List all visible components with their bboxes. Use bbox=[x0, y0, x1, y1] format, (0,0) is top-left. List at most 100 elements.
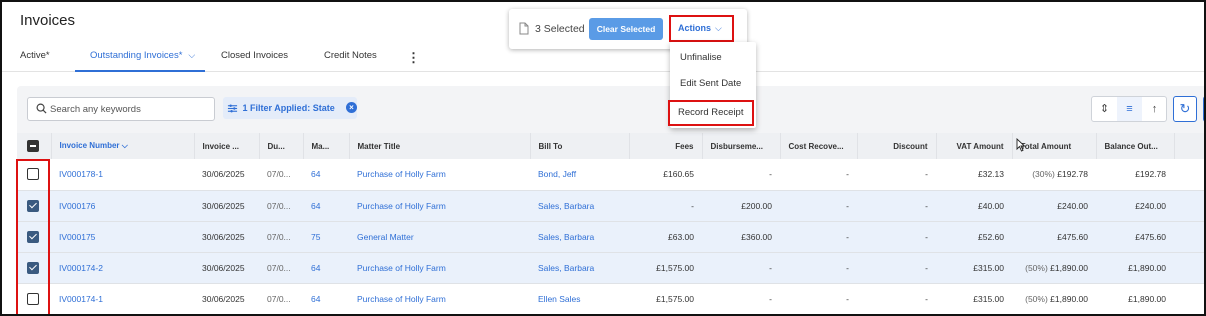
cell-spacer bbox=[1174, 159, 1204, 191]
actions-button[interactable]: Actions ⌵ bbox=[669, 15, 734, 42]
cell-spacer bbox=[1174, 221, 1204, 253]
menu-item-edit-sent-date[interactable]: Edit Sent Date bbox=[670, 71, 756, 97]
row-checkbox[interactable] bbox=[27, 199, 39, 212]
cell-discount: - bbox=[857, 159, 936, 191]
cell-matter[interactable]: 75 bbox=[303, 221, 349, 253]
cell-matter[interactable]: 64 bbox=[303, 159, 349, 191]
total-percent: (50%) bbox=[1025, 293, 1048, 304]
invoices-table: Invoice Number ⌵ Invoice ... Du... Ma...… bbox=[17, 133, 1204, 314]
cell-matter-title[interactable]: General Matter bbox=[349, 221, 530, 253]
row-checkbox[interactable] bbox=[27, 292, 39, 305]
cell-spacer bbox=[1174, 190, 1204, 222]
more-options-icon[interactable]: ⋮ bbox=[407, 50, 420, 66]
col-cost-recovery[interactable]: Cost Recove... bbox=[780, 133, 858, 159]
col-bill-to[interactable]: Bill To bbox=[530, 133, 630, 159]
row-select-cell bbox=[17, 221, 51, 253]
total-percent: (30%) bbox=[1032, 169, 1055, 180]
cell-bill-to[interactable]: Sales, Barbara bbox=[530, 252, 629, 284]
tab-active[interactable]: Active* bbox=[20, 50, 60, 72]
cell-vat-amount: £32.13 bbox=[936, 159, 1012, 191]
cell-disbursements: - bbox=[702, 283, 780, 314]
row-checkbox[interactable] bbox=[27, 261, 39, 274]
search-input[interactable] bbox=[50, 100, 210, 118]
cell-disbursements: - bbox=[702, 159, 780, 191]
cell-matter-title[interactable]: Purchase of Holly Farm bbox=[349, 159, 530, 191]
table-row[interactable]: IV000175 30/06/2025 07/0... 75 General Matte… bbox=[17, 221, 1204, 253]
cell-invoice-number[interactable]: IV000178-1 bbox=[51, 159, 194, 191]
app-window: Invoices Active* Outstanding Invoices* ⌵ … bbox=[0, 0, 1206, 316]
arrow-up-icon[interactable]: ↑ bbox=[1142, 97, 1167, 121]
cell-due-date: 07/0... bbox=[259, 190, 303, 222]
table-row[interactable]: IV000174-1 30/06/2025 07/0... 64 Purchase of… bbox=[17, 283, 1204, 314]
cell-total-amount: (50%) £1,890.00 bbox=[1012, 252, 1096, 284]
menu-item-record-receipt[interactable]: Record Receipt bbox=[668, 100, 754, 126]
chevron-down-icon: ⌵ bbox=[715, 23, 722, 33]
tab-closed-invoices[interactable]: Closed Invoices bbox=[221, 50, 301, 72]
cell-bill-to[interactable]: Bond, Jeff bbox=[530, 159, 629, 191]
cell-invoice-number[interactable]: IV000174-2 bbox=[51, 252, 194, 284]
cell-total-amount: £475.60 bbox=[1012, 221, 1096, 253]
col-balance-outstanding[interactable]: Balance Out... bbox=[1096, 133, 1175, 159]
row-select-cell bbox=[17, 252, 51, 284]
cell-cost-recovery: - bbox=[780, 190, 857, 222]
table-row[interactable]: IV000178-1 30/06/2025 07/0... 64 Purchase of… bbox=[17, 159, 1204, 191]
col-vat-amount[interactable]: VAT Amount bbox=[936, 133, 1013, 159]
total-percent: (50%) bbox=[1025, 262, 1048, 273]
col-matter[interactable]: Ma... bbox=[303, 133, 350, 159]
cell-invoice-number[interactable]: IV000175 bbox=[51, 221, 194, 253]
align-center-icon[interactable]: ≡ bbox=[1117, 97, 1142, 121]
tab-credit-notes[interactable]: Credit Notes bbox=[324, 50, 394, 72]
page-title: Invoices bbox=[20, 12, 76, 29]
col-invoice-number[interactable]: Invoice Number ⌵ bbox=[51, 133, 195, 159]
cell-spacer bbox=[1174, 283, 1204, 314]
cell-fees: £1,575.00 bbox=[629, 283, 702, 314]
cell-matter-title[interactable]: Purchase of Holly Farm bbox=[349, 283, 530, 314]
col-discount[interactable]: Discount bbox=[857, 133, 937, 159]
col-due-date[interactable]: Du... bbox=[259, 133, 304, 159]
cell-disbursements: - bbox=[702, 252, 780, 284]
menu-item-unfinalise[interactable]: Unfinalise bbox=[670, 45, 756, 71]
col-matter-title[interactable]: Matter Title bbox=[349, 133, 531, 159]
cell-invoice-number[interactable]: IV000174-1 bbox=[51, 283, 194, 314]
total-value: £1,890.00 bbox=[1050, 262, 1088, 273]
cell-due-date: 07/0... bbox=[259, 159, 303, 191]
cell-cost-recovery: - bbox=[780, 159, 857, 191]
row-checkbox[interactable] bbox=[27, 230, 39, 243]
col-spacer bbox=[1174, 133, 1204, 159]
cell-due-date: 07/0... bbox=[259, 283, 303, 314]
cell-due-date: 07/0... bbox=[259, 221, 303, 253]
row-checkbox[interactable] bbox=[27, 168, 39, 181]
cell-cost-recovery: - bbox=[780, 283, 857, 314]
compress-rows-icon[interactable]: ⇕ bbox=[1092, 97, 1117, 121]
clear-selected-button[interactable]: Clear Selected bbox=[589, 18, 663, 40]
total-value: £192.78 bbox=[1057, 169, 1088, 180]
cell-matter[interactable]: 64 bbox=[303, 283, 349, 314]
cell-matter[interactable]: 64 bbox=[303, 252, 349, 284]
filter-chip[interactable]: 1 Filter Applied: State × bbox=[223, 97, 357, 119]
cell-matter-title[interactable]: Purchase of Holly Farm bbox=[349, 252, 530, 284]
col-invoice-date[interactable]: Invoice ... bbox=[194, 133, 260, 159]
cell-disbursements: £360.00 bbox=[702, 221, 780, 253]
cell-bill-to[interactable]: Ellen Sales bbox=[530, 283, 629, 314]
tab-outstanding-invoices[interactable]: Outstanding Invoices* ⌵ bbox=[75, 50, 205, 72]
select-all-checkbox[interactable] bbox=[27, 140, 39, 152]
cell-matter-title[interactable]: Purchase of Holly Farm bbox=[349, 190, 530, 222]
selected-count: 3 Selected bbox=[535, 23, 585, 35]
col-fees[interactable]: Fees bbox=[629, 133, 703, 159]
cell-bill-to[interactable]: Sales, Barbara bbox=[530, 190, 629, 222]
table-row[interactable]: IV000176 30/06/2025 07/0... 64 Purchase of H… bbox=[17, 190, 1204, 222]
cell-spacer bbox=[1174, 252, 1204, 284]
table-toolbar: 1 Filter Applied: State × ⇕ ≡ ↑ ↻ bbox=[17, 86, 1204, 132]
cell-matter[interactable]: 64 bbox=[303, 190, 349, 222]
cell-invoice-date: 30/06/2025 bbox=[194, 283, 259, 314]
table-row[interactable]: IV000174-2 30/06/2025 07/0... 64 Purchase of… bbox=[17, 252, 1204, 284]
cell-bill-to[interactable]: Sales, Barbara bbox=[530, 221, 629, 253]
cell-fees: - bbox=[629, 190, 702, 222]
remove-filter-icon[interactable]: × bbox=[346, 102, 357, 113]
row-select-cell bbox=[17, 190, 51, 222]
document-icon bbox=[519, 22, 529, 35]
col-disbursements[interactable]: Disburseme... bbox=[702, 133, 781, 159]
refresh-icon[interactable]: ↻ bbox=[1173, 96, 1197, 122]
chevron-down-icon: ⌵ bbox=[188, 50, 196, 60]
cell-invoice-number[interactable]: IV000176 bbox=[51, 190, 194, 222]
